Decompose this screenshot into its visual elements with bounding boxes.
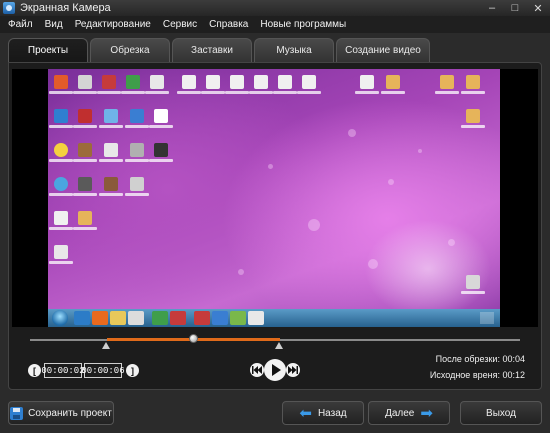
video-preview[interactable] (12, 69, 538, 327)
minimize-button[interactable]: – (484, 1, 500, 15)
after-trim-info: После обрезки: 00:04 (436, 354, 525, 364)
trim-start-marker[interactable] (102, 342, 110, 349)
play-button[interactable] (264, 359, 286, 381)
back-arrow-icon: ⬅ (299, 404, 312, 422)
next-label: Далее (385, 407, 415, 419)
tab-create-video[interactable]: Создание видео (336, 38, 430, 62)
play-icon (271, 364, 281, 376)
menu-edit[interactable]: Редактирование (69, 19, 157, 30)
prev-button[interactable] (250, 363, 264, 377)
after-trim-label: После обрезки: (435, 354, 500, 364)
start-orb (52, 310, 68, 326)
timeline-playhead[interactable] (189, 334, 198, 343)
set-end-button[interactable]: ] (126, 364, 139, 377)
start-time-field[interactable]: 00:00:02 (41, 363, 85, 378)
source-time-value: 00:12 (502, 370, 525, 380)
back-label: Назад (317, 407, 347, 419)
trim-end-marker[interactable] (275, 342, 283, 349)
menu-view[interactable]: Вид (39, 19, 69, 30)
tab-trim[interactable]: Обрезка (90, 38, 170, 62)
end-time-field[interactable]: 00:00:06 (81, 363, 125, 378)
next-icon (288, 366, 298, 374)
app-icon (3, 2, 15, 14)
tab-music[interactable]: Музыка (254, 38, 334, 62)
next-arrow-icon: ➡ (420, 404, 433, 422)
menu-help[interactable]: Справка (203, 19, 254, 30)
save-icon (10, 406, 24, 420)
prev-icon (252, 366, 262, 374)
exit-label: Выход (486, 407, 516, 419)
back-button[interactable]: ⬅ Назад (282, 401, 364, 425)
next-button[interactable] (286, 363, 300, 377)
save-project-button[interactable]: Сохранить проект (8, 401, 114, 425)
menu-new-programs[interactable]: Новые программы (254, 19, 352, 30)
menu-service[interactable]: Сервис (157, 19, 203, 30)
tab-intros[interactable]: Заставки (172, 38, 252, 62)
menu-bar: Файл Вид Редактирование Сервис Справка Н… (0, 16, 550, 33)
save-project-label: Сохранить проект (28, 407, 112, 419)
menu-file[interactable]: Файл (2, 19, 39, 30)
window-title: Экранная Камера (20, 2, 111, 14)
maximize-button[interactable]: □ (507, 1, 523, 15)
set-start-button[interactable]: [ (28, 364, 41, 377)
exit-button[interactable]: Выход (460, 401, 542, 425)
close-button[interactable]: ✕ (530, 1, 546, 15)
next-step-button[interactable]: Далее ➡ (368, 401, 450, 425)
desktop-taskbar (48, 309, 500, 327)
after-trim-value: 00:04 (502, 354, 525, 364)
window-controls: – □ ✕ (484, 1, 546, 15)
source-time-label: Исходное вреня: (429, 370, 500, 380)
source-time-info: Исходное вреня: 00:12 (430, 370, 525, 380)
tab-bar: Проекты Обрезка Заставки Музыка Создание… (8, 38, 432, 62)
tab-projects[interactable]: Проекты (8, 38, 88, 62)
title-bar: Экранная Камера – □ ✕ (0, 0, 550, 16)
desktop-screenshot (48, 69, 500, 327)
